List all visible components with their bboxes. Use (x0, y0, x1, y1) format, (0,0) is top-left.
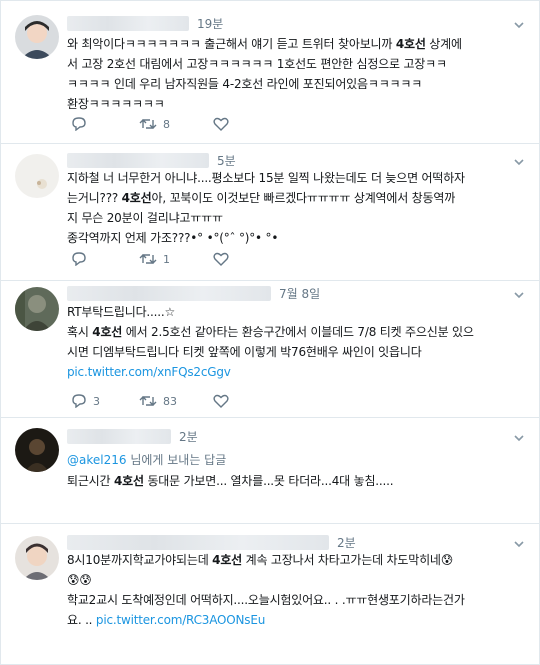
media-link[interactable]: pic.twitter.com/RC3AOONsEu (96, 613, 265, 627)
tweet-text: RT부탁드립니다.....☆ 혹시 4호선 에서 2.5호선 같아타는 환승구간… (67, 302, 523, 382)
tweet-1[interactable]: 19분 와 최악이다ㅋㅋㅋㅋㅋㅋㅋ 출근해서 얘기 듣고 트위터 찾아보니까 4… (1, 1, 539, 144)
tweet-header: 19분 (67, 15, 499, 33)
reply-button[interactable] (71, 250, 87, 268)
tweet-4[interactable]: 2분 @akel216 님에게 보내는 답글 퇴근시간 4호선 동대문 가보면.… (1, 418, 539, 524)
like-button[interactable] (213, 250, 229, 268)
tweet-header: 7월 8일 (67, 285, 499, 303)
tweet-line: 종각역까지 언제 가조???•° •°(°ˆ °)°• °• (67, 231, 279, 245)
tweet-line: RT부탁드립니다.....☆ (67, 305, 176, 319)
retweet-icon (139, 119, 157, 129)
retweet-button[interactable]: 83 (139, 392, 177, 410)
tweet-line: 8시10분까지학교가야되는데 4호선 계속 고장나서 차타고가는데 차도막히네😰 (67, 553, 454, 567)
tweet-line: 학교2교시 도착예정인데 어떡하지....오늘시험있어요.. . .ㅠㅠ현생포기… (67, 593, 465, 607)
media-link[interactable]: pic.twitter.com/xnFQs2cGgv (67, 362, 523, 382)
tweet-header: 2분 (67, 428, 499, 446)
reply-context: @akel216 님에게 보내는 답글 (67, 453, 227, 467)
caret-down-icon[interactable] (513, 432, 525, 444)
tweet-line: 퇴근시간 4호선 동대문 가보면... 열차를...못 타더라...4대 놓침.… (67, 474, 394, 488)
avatar[interactable] (15, 15, 59, 59)
tweet-3[interactable]: 7월 8일 RT부탁드립니다.....☆ 혹시 4호선 에서 2.5호선 같아타… (1, 281, 539, 418)
tweet-line: 지 무슨 20분이 걸리냐고ㅠㅠㅠ (67, 211, 223, 225)
retweet-button[interactable]: 1 (139, 250, 170, 268)
tweet-text: 지하철 너 너무한거 아니냐....평소보다 15분 일찍 나왔는데도 더 늦으… (67, 168, 523, 248)
reply-handle[interactable]: @akel216 (67, 453, 127, 467)
display-name[interactable] (67, 286, 271, 301)
avatar[interactable] (15, 287, 59, 331)
tweet-2[interactable]: 5분 지하철 너 너무한거 아니냐....평소보다 15분 일찍 나왔는데도 더… (1, 144, 539, 281)
tweet-5[interactable]: 2분 8시10분까지학교가야되는데 4호선 계속 고장나서 차타고가는데 차도막… (1, 524, 539, 664)
timestamp[interactable]: 7월 8일 (279, 285, 320, 302)
tweet-line: ㅋㅋㅋㅋ 인데 우리 남자직원들 4-2호선 라인에 포진되어있음ㅋㅋㅋㅋㅋ (67, 77, 423, 91)
retweet-count: 83 (163, 394, 177, 408)
timestamp[interactable]: 2분 (179, 428, 198, 445)
like-icon (213, 252, 229, 266)
reply-icon (72, 252, 86, 266)
tweet-text: 와 최악이다ㅋㅋㅋㅋㅋㅋㅋ 출근해서 얘기 듣고 트위터 찾아보니까 4호선 상… (67, 34, 523, 114)
reply-button[interactable]: 3 (71, 392, 100, 410)
tweet-line: 혹시 4호선 에서 2.5호선 같아타는 환승구간에서 이블데드 7/8 티켓 … (67, 325, 474, 339)
display-name[interactable] (67, 429, 171, 444)
caret-down-icon[interactable] (513, 289, 525, 301)
caret-down-icon[interactable] (513, 19, 525, 31)
tweet-line: 는거니??? 4호선아, 꼬북이도 이것보단 빠르겠다ㅠㅠㅠㅠ 상계역에서 창동… (67, 191, 456, 205)
timestamp[interactable]: 19분 (197, 15, 223, 32)
tweet-line: 와 최악이다ㅋㅋㅋㅋㅋㅋㅋ 출근해서 얘기 듣고 트위터 찾아보니까 4호선 상… (67, 37, 462, 51)
like-icon (213, 117, 229, 131)
retweet-icon (139, 396, 157, 406)
reply-count: 3 (93, 394, 100, 408)
tweet-line: 요. .. pic.twitter.com/RC3AOONsEu (67, 613, 266, 627)
tweet-line: 시면 디엠부탁드립니다 티켓 앞쪽에 이렇게 박76현배우 싸인이 잇읍니다 (67, 345, 422, 359)
tweet-text: 8시10분까지학교가야되는데 4호선 계속 고장나서 차타고가는데 차도막히네😰… (67, 550, 523, 630)
tweet-line: 😰😰 (67, 573, 92, 587)
timestamp[interactable]: 2분 (337, 534, 356, 551)
tweet-text: 퇴근시간 4호선 동대문 가보면... 열차를...못 타더라...4대 놓침.… (67, 471, 523, 491)
timestamp[interactable]: 5분 (217, 152, 236, 169)
retweet-icon (139, 254, 157, 264)
tweet-feed: 19분 와 최악이다ㅋㅋㅋㅋㅋㅋㅋ 출근해서 얘기 듣고 트위터 찾아보니까 4… (0, 0, 540, 665)
display-name[interactable] (67, 16, 189, 31)
caret-down-icon[interactable] (513, 538, 525, 550)
display-name[interactable] (67, 153, 209, 168)
retweet-button[interactable]: 8 (139, 115, 170, 133)
reply-icon (72, 117, 86, 131)
like-button[interactable] (213, 392, 229, 410)
retweet-count: 1 (163, 252, 170, 266)
display-name[interactable] (67, 535, 329, 550)
retweet-count: 8 (163, 117, 170, 131)
like-icon (213, 394, 229, 408)
caret-down-icon[interactable] (513, 156, 525, 168)
avatar[interactable] (15, 154, 59, 198)
tweet-line: 지하철 너 너무한거 아니냐....평소보다 15분 일찍 나왔는데도 더 늦으… (67, 171, 465, 185)
tweet-line: 환장ㅋㅋㅋㅋㅋㅋㅋ (67, 97, 165, 111)
avatar[interactable] (15, 428, 59, 472)
like-button[interactable] (213, 115, 229, 133)
tweet-line: 서 고장 2호선 대림에서 고장ㅋㅋㅋㅋㅋㅋ 1호선도 편안한 심정으로 고장ㅋ… (67, 57, 447, 71)
reply-button[interactable] (71, 115, 87, 133)
reply-icon (72, 394, 86, 408)
avatar[interactable] (15, 536, 59, 580)
